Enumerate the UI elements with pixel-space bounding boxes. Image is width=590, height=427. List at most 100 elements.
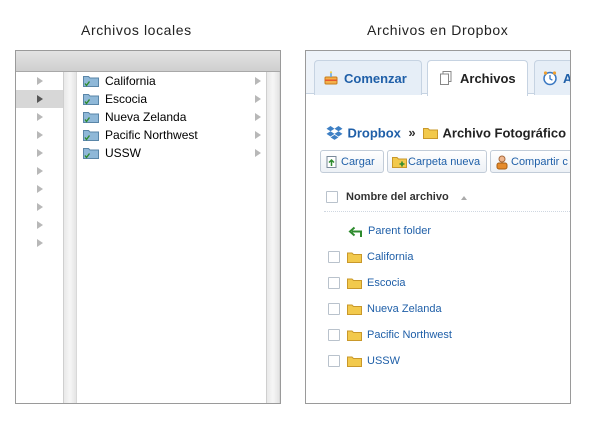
disclosure-arrow-icon — [37, 239, 43, 247]
folder-icon — [347, 356, 362, 367]
column-resize-handle[interactable] — [63, 72, 77, 403]
disclosure-arrow-icon — [37, 203, 43, 211]
documents-icon — [440, 71, 452, 85]
parent-column-row[interactable] — [16, 180, 63, 198]
disclosure-arrow-icon — [37, 221, 43, 229]
row-checkbox[interactable] — [328, 329, 340, 341]
breadcrumb: Dropbox » Archivo Fotográfico — [326, 124, 566, 142]
parent-folder-label: Parent folder — [368, 225, 431, 237]
filename-column-header[interactable]: Nombre del archivo — [346, 191, 449, 203]
tab-archivos[interactable]: Archivos — [427, 60, 528, 96]
disclosure-arrow-icon — [37, 95, 43, 103]
finder-folder-row[interactable]: California — [77, 72, 266, 90]
file-row[interactable]: California — [326, 249, 566, 267]
back-arrow-icon — [348, 226, 362, 237]
select-all-checkbox[interactable] — [326, 191, 338, 203]
clock-icon — [543, 71, 557, 86]
upload-icon — [326, 156, 337, 168]
sort-ascending-icon[interactable] — [461, 196, 467, 200]
expand-arrow-icon — [255, 149, 261, 157]
finder-folder-row[interactable]: Pacific Northwest — [77, 126, 266, 144]
row-checkbox[interactable] — [328, 303, 340, 315]
file-name-link[interactable]: Nueva Zelanda — [367, 303, 442, 315]
tab-label: Comenzar — [344, 71, 407, 86]
folder-icon — [423, 127, 439, 139]
folder-icon — [347, 278, 362, 289]
folder-icon — [347, 304, 362, 315]
column-resize-handle[interactable] — [266, 72, 280, 403]
disclosure-arrow-icon — [37, 149, 43, 157]
folder-icon — [83, 148, 99, 159]
parent-column-row[interactable] — [16, 126, 63, 144]
folder-icon — [83, 130, 99, 141]
folder-icon — [83, 94, 99, 105]
dropbox-logo-icon — [326, 126, 343, 141]
dropbox-files-caption: Archivos en Dropbox — [367, 22, 509, 38]
finder-folder-row[interactable]: Escocia — [77, 90, 266, 108]
file-name-link[interactable]: USSW — [367, 355, 400, 367]
local-files-caption: Archivos locales — [81, 22, 192, 38]
parent-column-row[interactable] — [16, 216, 63, 234]
tab-comenzar[interactable]: Comenzar — [314, 60, 422, 95]
dropbox-window: Comenzar Archivos A Dropbox » Archivo Fo… — [305, 50, 571, 404]
finder-parent-column — [16, 72, 63, 403]
tab-events[interactable]: A — [534, 60, 570, 95]
folder-name: Nueva Zelanda — [105, 110, 187, 124]
file-row[interactable]: Escocia — [326, 275, 566, 293]
parent-column-row[interactable] — [16, 198, 63, 216]
breadcrumb-separator: » — [408, 125, 416, 141]
upload-button[interactable]: Cargar — [320, 150, 384, 173]
disclosure-arrow-icon — [37, 185, 43, 193]
breadcrumb-root-link[interactable]: Dropbox — [347, 125, 400, 140]
expand-arrow-icon — [255, 113, 261, 121]
row-checkbox[interactable] — [328, 251, 340, 263]
row-checkbox[interactable] — [328, 277, 340, 289]
breadcrumb-current-folder: Archivo Fotográfico — [442, 125, 567, 141]
new-folder-button[interactable]: Carpeta nueva — [387, 150, 487, 173]
folder-name: California — [105, 74, 156, 88]
tab-label: A — [563, 71, 570, 86]
cake-icon — [324, 71, 338, 85]
folder-name: Pacific Northwest — [105, 128, 198, 142]
file-row[interactable]: USSW — [326, 353, 566, 371]
tab-label: Archivos — [460, 71, 516, 86]
expand-arrow-icon — [255, 131, 261, 139]
share-icon — [496, 155, 508, 170]
disclosure-arrow-icon — [37, 167, 43, 175]
expand-arrow-icon — [255, 95, 261, 103]
parent-column-row[interactable] — [16, 234, 63, 252]
folder-name: Escocia — [105, 92, 148, 106]
finder-folder-row[interactable]: Nueva Zelanda — [77, 108, 266, 126]
folder-icon — [83, 112, 99, 123]
file-row[interactable]: Nueva Zelanda — [326, 301, 566, 319]
file-table-header: Nombre del archivo — [324, 186, 570, 212]
disclosure-arrow-icon — [37, 131, 43, 139]
new-folder-icon — [392, 157, 407, 168]
share-label: Compartir c — [511, 156, 568, 168]
new-folder-label: Carpeta nueva — [408, 156, 481, 168]
parent-column-row[interactable] — [16, 72, 63, 90]
finder-folder-row[interactable]: USSW — [77, 144, 266, 162]
file-name-link[interactable]: California — [367, 251, 413, 263]
parent-column-row[interactable] — [16, 90, 63, 108]
file-name-link[interactable]: Escocia — [367, 277, 406, 289]
file-name-link[interactable]: Pacific Northwest — [367, 329, 452, 341]
disclosure-arrow-icon — [37, 113, 43, 121]
parent-column-row[interactable] — [16, 144, 63, 162]
row-checkbox[interactable] — [328, 355, 340, 367]
file-row[interactable]: Pacific Northwest — [326, 327, 566, 345]
folder-icon — [347, 330, 362, 341]
folder-icon — [347, 252, 362, 263]
folder-name: USSW — [105, 146, 141, 160]
finder-folder-column: California Escocia Nueva Zelanda Pacific… — [77, 72, 266, 403]
upload-label: Cargar — [341, 156, 375, 168]
folder-icon — [83, 76, 99, 87]
finder-toolbar — [16, 51, 280, 72]
disclosure-arrow-icon — [37, 77, 43, 85]
finder-window: California Escocia Nueva Zelanda Pacific… — [15, 50, 281, 404]
tab-bar: Comenzar Archivos A — [306, 51, 570, 96]
parent-column-row[interactable] — [16, 162, 63, 180]
expand-arrow-icon — [255, 77, 261, 85]
parent-column-row[interactable] — [16, 108, 63, 126]
share-button[interactable]: Compartir c — [490, 150, 570, 173]
